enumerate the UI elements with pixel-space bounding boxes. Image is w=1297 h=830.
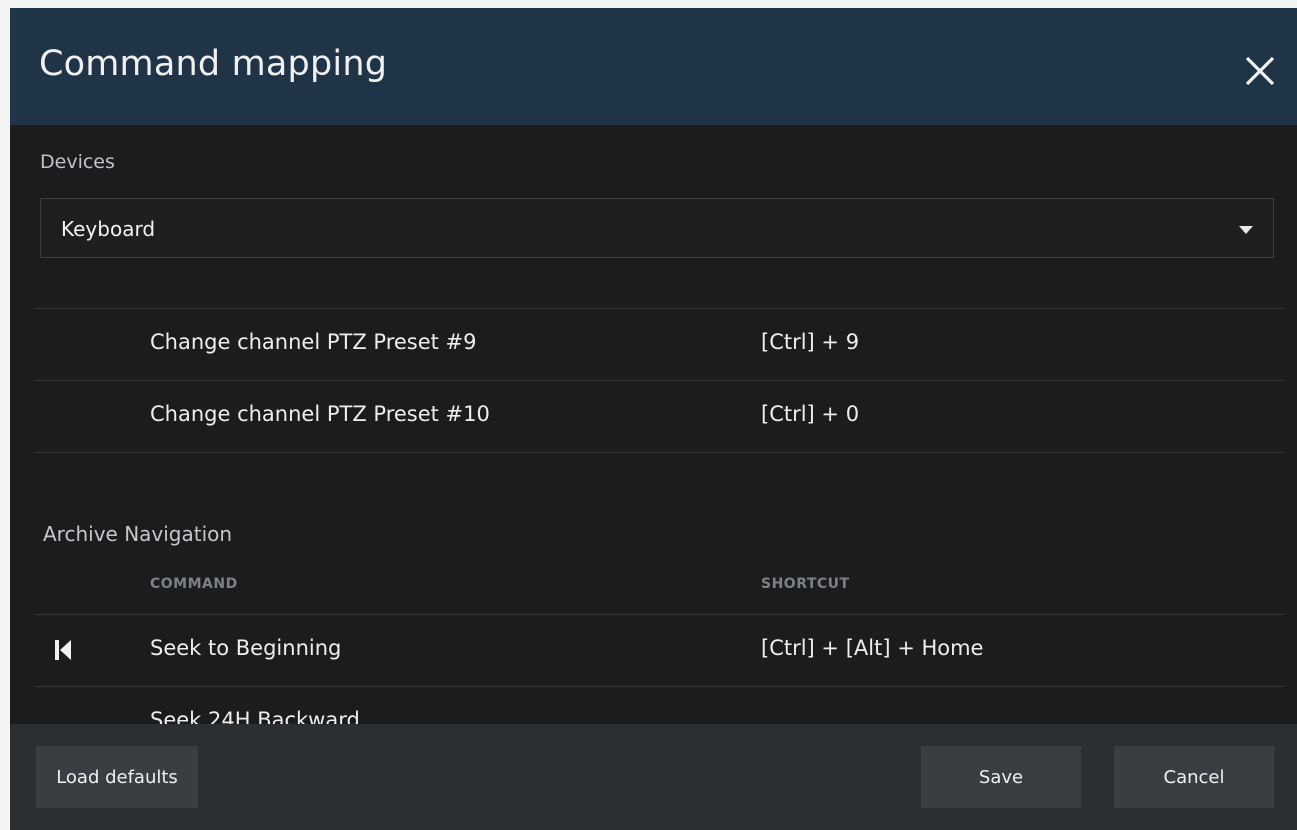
dialog-titlebar: Command mapping xyxy=(10,8,1297,125)
command-label: Change channel PTZ Preset #9 xyxy=(150,330,477,354)
shortcut-label: [Ctrl] + 9 xyxy=(761,330,860,354)
skip-to-start-icon xyxy=(54,639,74,661)
shortcut-label: [Ctrl] + [Alt] + Home xyxy=(761,636,984,660)
dialog-title: Command mapping xyxy=(39,44,388,84)
command-mapping-dialog: Command mapping Devices Keyboard Change … xyxy=(0,0,1297,830)
dialog-footer: Load defaults Save Cancel xyxy=(10,724,1297,830)
column-header-command: COMMAND xyxy=(150,576,238,592)
devices-selected-value: Keyboard xyxy=(61,217,156,241)
table-row[interactable]: Change channel PTZ Preset #9 [Ctrl] + 9 xyxy=(34,309,1284,381)
save-button[interactable]: Save xyxy=(921,746,1081,808)
shortcut-label: [Ctrl] + 0 xyxy=(761,402,860,426)
load-defaults-button[interactable]: Load defaults xyxy=(36,746,198,808)
command-label: Change channel PTZ Preset #10 xyxy=(150,402,490,426)
close-icon[interactable] xyxy=(1243,54,1277,88)
ptz-command-list: Change channel PTZ Preset #9 [Ctrl] + 9 … xyxy=(34,308,1284,453)
devices-dropdown[interactable]: Keyboard xyxy=(40,198,1274,258)
chevron-down-icon xyxy=(1239,226,1253,234)
archive-command-list: Seek to Beginning [Ctrl] + [Alt] + Home … xyxy=(34,614,1284,732)
table-row[interactable]: Seek to Beginning [Ctrl] + [Alt] + Home xyxy=(34,615,1284,687)
table-row[interactable]: Change channel PTZ Preset #10 [Ctrl] + 0 xyxy=(34,381,1284,453)
section-title-archive-navigation: Archive Navigation xyxy=(43,522,233,546)
cancel-button[interactable]: Cancel xyxy=(1114,746,1274,808)
column-header-shortcut: SHORTCUT xyxy=(761,576,850,592)
command-label: Seek to Beginning xyxy=(150,636,342,660)
devices-label: Devices xyxy=(40,151,115,173)
